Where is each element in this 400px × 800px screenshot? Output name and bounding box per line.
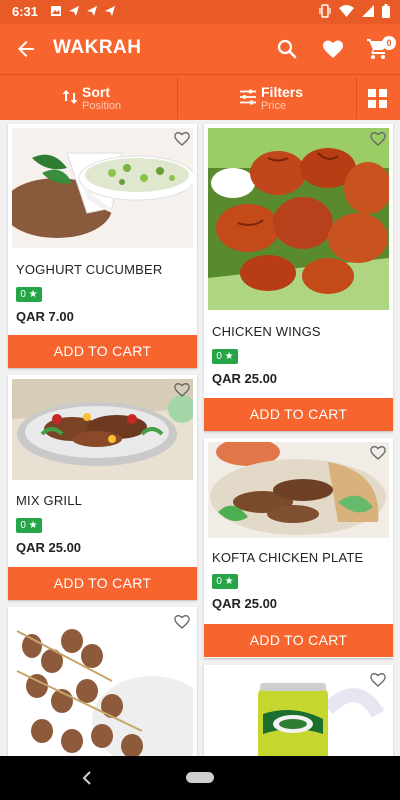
product-card[interactable]: [204, 665, 393, 756]
rating-badge: 0 ★: [16, 287, 42, 302]
wishlist-heart-icon[interactable]: [173, 381, 191, 399]
signal-icon: [362, 5, 374, 17]
send-notification-icon: [105, 6, 115, 16]
product-card[interactable]: KOFTA CHICKEN PLATE 0 ★ QAR 25.00 ADD TO…: [204, 438, 393, 658]
divider: [356, 77, 357, 119]
product-name[interactable]: KOFTA CHICKEN PLATE: [212, 550, 363, 565]
sort-label: Sort: [82, 84, 110, 100]
filters-value: Price: [261, 100, 287, 112]
product-name[interactable]: MIX GRILL: [16, 493, 82, 508]
add-to-cart-button[interactable]: ADD TO CART: [8, 335, 197, 368]
send-notification-icon: [87, 6, 97, 16]
wishlist-heart-icon[interactable]: [369, 130, 387, 148]
filters-label: Filters: [261, 84, 304, 100]
add-to-cart-button[interactable]: ADD TO CART: [204, 624, 393, 657]
nav-home-pill[interactable]: [186, 772, 214, 783]
rating-badge: 0 ★: [212, 349, 238, 364]
cart-count-badge: 0: [382, 36, 396, 50]
product-price: QAR 7.00: [16, 309, 74, 324]
rating-badge: 0 ★: [16, 518, 42, 533]
add-to-cart-button[interactable]: ADD TO CART: [204, 398, 393, 431]
product-image[interactable]: [12, 128, 193, 248]
grid-view-icon[interactable]: [368, 89, 387, 108]
system-nav-bar: [0, 756, 400, 800]
product-image[interactable]: [208, 442, 389, 538]
send-notification-icon: [69, 6, 79, 16]
product-price: QAR 25.00: [212, 596, 278, 611]
product-name[interactable]: CHICKEN WINGS: [212, 324, 321, 339]
product-card[interactable]: [8, 607, 197, 756]
sort-icon: [62, 90, 78, 104]
sort-button[interactable]: Sort Position: [0, 75, 177, 121]
vibrate-icon: [319, 4, 331, 18]
page-title: WAKRAH: [53, 37, 142, 58]
product-image[interactable]: [208, 669, 389, 756]
status-time: 6:31: [12, 4, 39, 19]
status-bar: 6:31: [0, 0, 400, 24]
sort-value: Position: [82, 100, 122, 112]
wifi-icon: [339, 5, 354, 17]
filters-button[interactable]: Filters Price: [178, 75, 356, 121]
product-card[interactable]: MIX GRILL 0 ★ QAR 25.00 ADD TO CART: [8, 375, 197, 600]
product-name[interactable]: YOGHURT CUCUMBER: [16, 262, 162, 277]
app-bar: WAKRAH 0: [0, 24, 400, 74]
search-icon[interactable]: [275, 37, 299, 61]
wishlist-heart-icon[interactable]: [369, 671, 387, 689]
product-image[interactable]: [12, 379, 193, 480]
gallery-notification-icon: [51, 6, 61, 16]
product-image[interactable]: [208, 128, 389, 310]
product-image[interactable]: [12, 611, 193, 756]
sliders-icon: [240, 89, 256, 105]
wishlist-heart-icon[interactable]: [369, 444, 387, 462]
product-card[interactable]: YOGHURT CUCUMBER 0 ★ QAR 7.00 ADD TO CAR…: [8, 124, 197, 368]
product-price: QAR 25.00: [212, 371, 278, 386]
product-price: QAR 25.00: [16, 540, 82, 555]
heart-icon[interactable]: [321, 37, 345, 61]
wishlist-heart-icon[interactable]: [173, 130, 191, 148]
filter-bar: Sort Position Filters Price: [0, 74, 400, 120]
arrow-back-icon[interactable]: [14, 37, 38, 61]
wishlist-heart-icon[interactable]: [173, 613, 191, 631]
nav-back-icon[interactable]: [80, 769, 94, 787]
battery-icon: [382, 4, 390, 18]
add-to-cart-button[interactable]: ADD TO CART: [8, 567, 197, 600]
rating-badge: 0 ★: [212, 574, 238, 589]
product-card[interactable]: CHICKEN WINGS 0 ★ QAR 25.00 ADD TO CART: [204, 124, 393, 431]
